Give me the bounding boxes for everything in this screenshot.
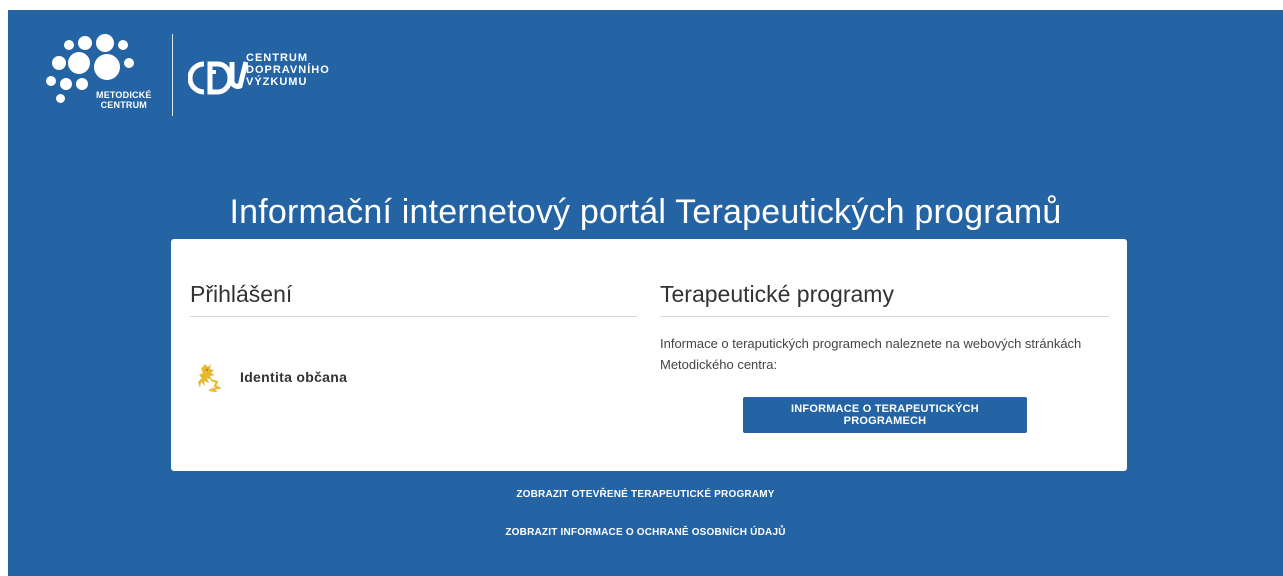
- main-card: Přihlášení Identita občana Terapeutické …: [171, 239, 1127, 471]
- login-heading: Přihlášení: [190, 239, 637, 317]
- page-background: METODICKÉ CENTRUM CENTRUM DOPRAVNÍHO VÝZ…: [8, 10, 1283, 576]
- logo-line: METODICKÉ: [96, 90, 152, 100]
- logo-dot: [46, 76, 56, 86]
- logo-dot: [76, 78, 88, 90]
- programs-heading: Terapeutické programy: [660, 239, 1109, 317]
- logo-dot: [56, 94, 65, 103]
- metodicke-centrum-logo[interactable]: METODICKÉ CENTRUM: [46, 34, 158, 118]
- programs-section: Terapeutické programy Informace o terapu…: [660, 239, 1109, 433]
- identita-obcana-login[interactable]: Identita občana: [195, 362, 347, 392]
- page-title: Informační internetový portál Terapeutic…: [229, 192, 1062, 231]
- logo-dot: [60, 78, 72, 90]
- logo-dot: [68, 52, 90, 74]
- logo-line: DOPRAVNÍHO: [246, 64, 330, 76]
- open-programs-link[interactable]: ZOBRAZIT OTEVŘENÉ TERAPEUTICKÉ PROGRAMY: [8, 489, 1283, 500]
- metodicke-logo-text: METODICKÉ CENTRUM: [96, 90, 152, 110]
- logo-line: CENTRUM: [246, 52, 308, 64]
- logo-dot: [64, 40, 74, 50]
- czech-lion-icon: [198, 364, 221, 392]
- cdv-logo-icon[interactable]: [188, 58, 248, 98]
- programs-info-button[interactable]: INFORMACE O TERAPEUTICKÝCH PROGRAMECH: [743, 397, 1027, 433]
- logo-dot: [94, 54, 120, 80]
- logo-line: CENTRUM: [100, 100, 148, 110]
- logo-dot: [96, 34, 114, 52]
- logo-dot: [52, 56, 66, 70]
- logo-line: VÝZKUMU: [246, 76, 308, 88]
- cdv-logo-text: CENTRUM DOPRAVNÍHO VÝZKUMU: [246, 52, 330, 88]
- logo-dot: [78, 36, 92, 50]
- logo-dot: [124, 58, 134, 68]
- logo-divider: [172, 34, 173, 116]
- login-section: Přihlášení Identita občana: [190, 239, 637, 392]
- identita-obcana-label: Identita občana: [240, 369, 348, 385]
- logo-dot: [118, 40, 128, 50]
- programs-description: Informace o teraputických programech nal…: [660, 336, 1082, 372]
- privacy-info-link[interactable]: ZOBRAZIT INFORMACE O OCHRANĚ OSOBNÍCH ÚD…: [8, 527, 1283, 538]
